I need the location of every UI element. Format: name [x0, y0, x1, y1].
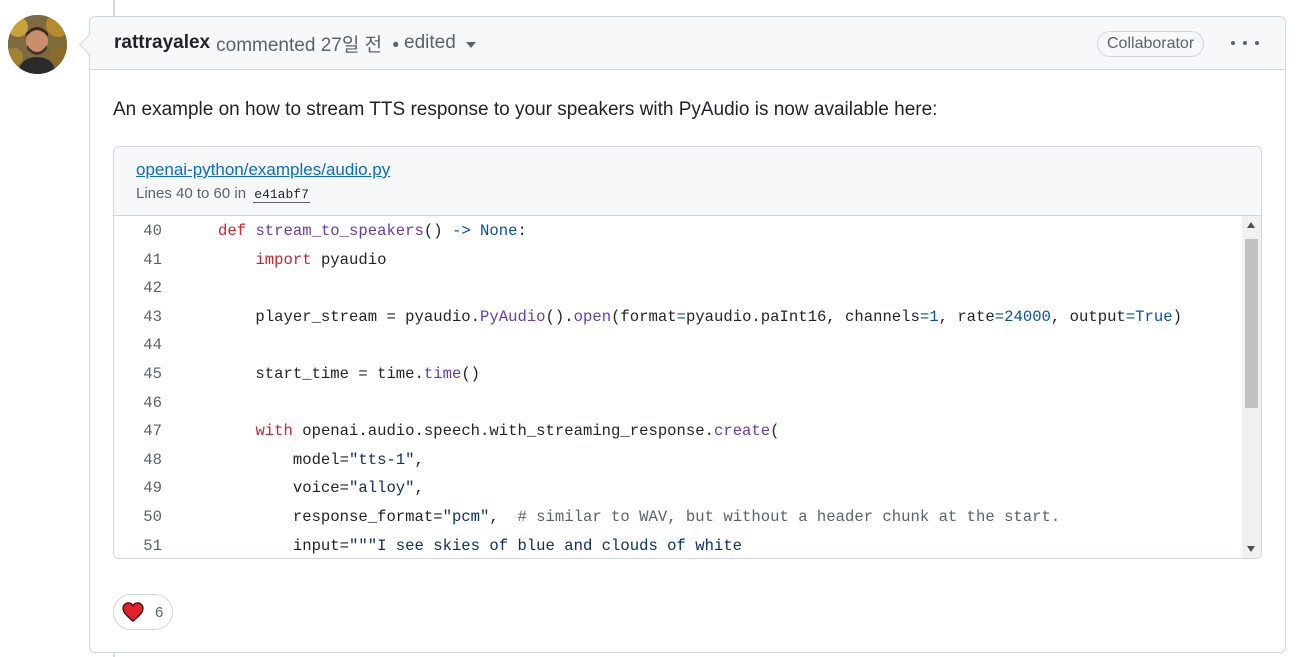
heart-reaction-button[interactable]: 6: [113, 594, 173, 630]
commit-link[interactable]: e41abf7: [253, 187, 310, 203]
code-line: 47 with openai.audio.speech.with_streami…: [114, 417, 1242, 445]
code-snippet: openai-python/examples/audio.py Lines 40…: [113, 146, 1262, 559]
line-number[interactable]: 47: [114, 422, 162, 440]
comment-box: rattrayalex commented 27일 전 • edited Col…: [89, 16, 1286, 653]
edited-label: edited: [404, 32, 456, 53]
line-number[interactable]: 50: [114, 508, 162, 526]
line-code: player_stream = pyaudio.PyAudio().open(f…: [218, 307, 1182, 326]
code-area[interactable]: 51 input="""I see skies of blue and clou…: [114, 216, 1261, 558]
line-code: model="tts-1",: [218, 450, 424, 469]
kebab-horizontal-icon: [1231, 41, 1235, 45]
line-number[interactable]: 42: [114, 279, 162, 297]
line-code: def stream_to_speakers() -> None:: [218, 222, 527, 240]
comment-body: An example on how to stream TTS response…: [90, 70, 1285, 559]
kebab-horizontal-icon: [1255, 41, 1259, 45]
timeline-line: [113, 0, 115, 17]
code-line: 50 response_format="pcm", # similar to W…: [114, 503, 1242, 531]
code-line: 40 def stream_to_speakers() -> None:: [114, 217, 1242, 245]
reaction-count: 6: [155, 603, 164, 621]
chevron-down-icon: [465, 41, 476, 48]
line-number[interactable]: 40: [114, 222, 162, 240]
code-line: 44: [114, 331, 1242, 359]
line-number[interactable]: 48: [114, 451, 162, 469]
line-code: import pyaudio: [255, 250, 387, 269]
line-code: with openai.audio.speech.with_streaming_…: [255, 422, 780, 441]
code-line: 43 player_stream = pyaudio.PyAudio().ope…: [114, 303, 1242, 331]
scroll-up-icon[interactable]: [1247, 222, 1255, 228]
scroll-thumb[interactable]: [1245, 239, 1258, 408]
line-code: input="""I see skies of blue and clouds …: [218, 536, 743, 555]
snippet-lines-label: Lines 40 to 60 in: [136, 185, 247, 202]
comment-text: An example on how to stream TTS response…: [113, 99, 938, 120]
author-link[interactable]: rattrayalex: [114, 32, 210, 54]
vertical-scrollbar[interactable]: [1242, 216, 1261, 558]
kebab-horizontal-icon: [1243, 41, 1247, 45]
scroll-down-icon[interactable]: [1247, 546, 1255, 552]
line-number[interactable]: 45: [114, 365, 162, 383]
comment-action: commented: [216, 34, 316, 56]
edited-dropdown[interactable]: edited: [404, 32, 476, 54]
more-options-button[interactable]: [1231, 33, 1259, 53]
line-number[interactable]: 44: [114, 336, 162, 354]
line-number[interactable]: 51: [114, 537, 162, 555]
code-line: 49 voice="alloy",: [114, 474, 1242, 502]
comment-time[interactable]: 27일 전: [321, 35, 382, 56]
line-number[interactable]: 49: [114, 479, 162, 497]
code-line: 48 model="tts-1",: [114, 446, 1242, 474]
comment-header: rattrayalex commented 27일 전 • edited Col…: [90, 17, 1285, 70]
snippet-file-link[interactable]: openai-python/examples/audio.py: [136, 159, 390, 181]
avatar[interactable]: [8, 15, 67, 74]
code-line: 45 start_time = time.time(): [114, 360, 1242, 388]
code-line: 46: [114, 389, 1242, 417]
code-line: 42: [114, 274, 1242, 302]
avatar-image: [8, 15, 67, 74]
heart-icon: [122, 602, 144, 622]
collaborator-badge: Collaborator: [1097, 31, 1205, 57]
meta-separator: •: [392, 34, 399, 56]
snippet-header: openai-python/examples/audio.py Lines 40…: [114, 147, 1261, 216]
line-code: start_time = time.time(): [218, 365, 481, 383]
code-line: 51 input="""I see skies of blue and clou…: [114, 532, 1242, 558]
line-number[interactable]: 41: [114, 251, 162, 269]
comment-meta: commented 27일 전 •: [216, 30, 404, 57]
line-number[interactable]: 43: [114, 308, 162, 326]
snippet-line-range: Lines 40 to 60 in e41abf7: [136, 184, 1239, 205]
line-code: voice="alloy",: [218, 479, 424, 498]
line-number[interactable]: 46: [114, 394, 162, 412]
line-code: response_format="pcm", # similar to WAV,…: [218, 508, 1061, 526]
code-line: 41 import pyaudio: [114, 246, 1242, 274]
